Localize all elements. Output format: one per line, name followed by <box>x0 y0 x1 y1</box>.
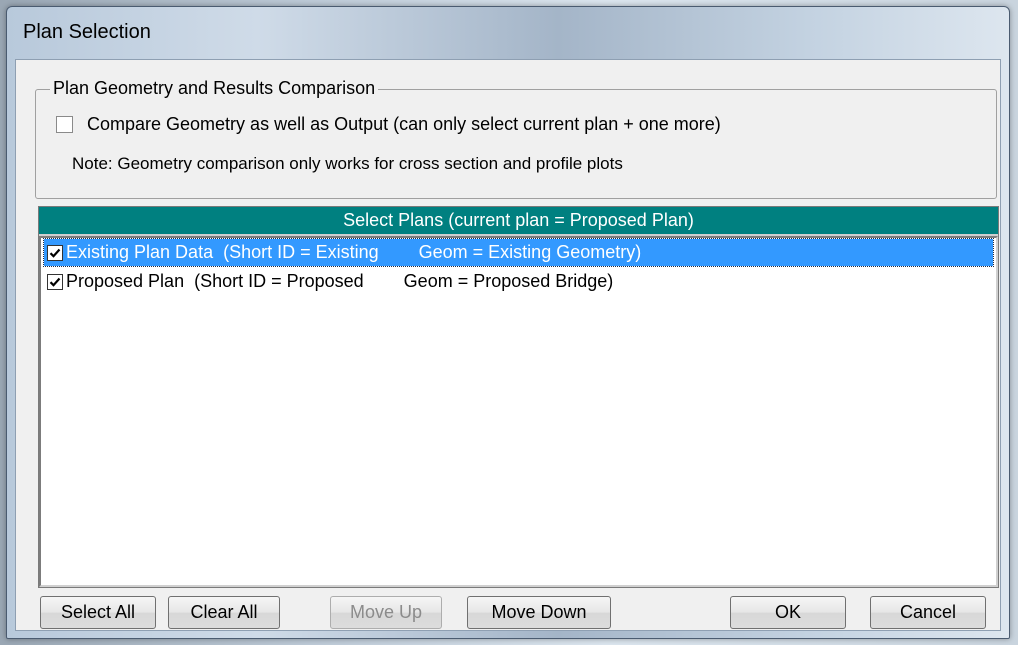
compare-geometry-option[interactable]: Compare Geometry as well as Output (can … <box>56 114 721 135</box>
plan-selection-window: Plan Selection Plan Geometry and Results… <box>6 6 1010 639</box>
dialog-body: Plan Geometry and Results Comparison Com… <box>15 59 1001 631</box>
window-title: Plan Selection <box>23 21 151 43</box>
compare-geometry-label: Compare Geometry as well as Output (can … <box>87 114 721 134</box>
cancel-button[interactable]: Cancel <box>870 596 986 629</box>
comparison-groupbox: Plan Geometry and Results Comparison Com… <box>35 78 997 199</box>
plans-panel: Select Plans (current plan = Proposed Pl… <box>38 206 999 588</box>
checkmark-icon <box>49 248 61 258</box>
plan-row-proposed[interactable]: Proposed Plan (Short ID = Proposed Geom … <box>44 268 993 295</box>
compare-geometry-checkbox[interactable] <box>56 116 73 133</box>
checkmark-icon <box>49 277 61 287</box>
plan-row-existing[interactable]: Existing Plan Data (Short ID = Existing … <box>43 238 994 267</box>
clear-all-button[interactable]: Clear All <box>168 596 280 629</box>
plans-list[interactable]: Existing Plan Data (Short ID = Existing … <box>39 236 998 587</box>
plan-checkbox-proposed[interactable] <box>47 273 63 290</box>
plan-label-existing: Existing Plan Data (Short ID = Existing … <box>66 242 642 262</box>
plans-header: Select Plans (current plan = Proposed Pl… <box>39 207 998 236</box>
select-all-button[interactable]: Select All <box>40 596 156 629</box>
move-up-button[interactable]: Move Up <box>330 596 442 629</box>
title-bar[interactable]: Plan Selection <box>7 7 1009 59</box>
plan-label-proposed: Proposed Plan (Short ID = Proposed Geom … <box>66 271 614 291</box>
comparison-group-legend: Plan Geometry and Results Comparison <box>50 78 379 99</box>
ok-button[interactable]: OK <box>730 596 846 629</box>
move-down-button[interactable]: Move Down <box>467 596 611 629</box>
geometry-note: Note: Geometry comparison only works for… <box>72 154 623 173</box>
plan-checkbox-existing[interactable] <box>47 244 63 261</box>
